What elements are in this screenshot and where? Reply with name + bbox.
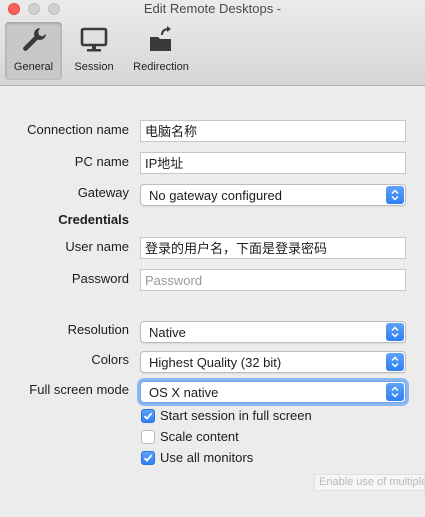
colors-value: Highest Quality (32 bit) <box>149 355 282 370</box>
tooltip: Enable use of multiple <box>314 474 425 491</box>
password-label: Password <box>71 271 129 286</box>
full-screen-mode-label: Full screen mode <box>29 382 129 397</box>
monitor-icon <box>66 22 122 58</box>
chevron-updown-icon <box>386 353 404 371</box>
tab-redirection[interactable]: Redirection <box>126 22 196 80</box>
scale-content-checkbox[interactable]: Scale content <box>141 429 239 444</box>
scale-content-label: Scale content <box>160 429 239 444</box>
full-screen-mode-select[interactable]: OS X native <box>140 381 406 403</box>
window-toolbar: Edit Remote Desktops - General Session R… <box>0 0 425 86</box>
start-full-screen-label: Start session in full screen <box>160 408 312 423</box>
chevron-updown-icon <box>386 323 404 341</box>
resolution-label: Resolution <box>67 322 129 337</box>
user-name-label: User name <box>65 239 129 254</box>
gateway-select[interactable]: No gateway configured <box>140 184 406 206</box>
tab-session[interactable]: Session <box>66 22 122 80</box>
tab-general-label: General <box>13 61 54 73</box>
colors-select[interactable]: Highest Quality (32 bit) <box>140 351 406 373</box>
start-full-screen-checkbox[interactable]: Start session in full screen <box>141 408 312 423</box>
pc-name-label: PC name <box>74 154 129 169</box>
connection-name-label: Connection name <box>27 122 129 137</box>
gateway-value: No gateway configured <box>149 188 282 203</box>
wrench-icon <box>5 22 62 58</box>
chevron-updown-icon <box>386 383 404 401</box>
full-screen-mode-value: OS X native <box>149 385 219 400</box>
resolution-value: Native <box>149 325 186 340</box>
tab-redirection-label: Redirection <box>133 61 189 73</box>
checkbox-box[interactable] <box>141 408 155 423</box>
credentials-heading: Credentials <box>58 212 129 227</box>
chevron-updown-icon <box>386 186 404 204</box>
pc-name-field[interactable]: IP地址 <box>140 152 406 174</box>
folder-export-icon <box>126 22 196 58</box>
password-field[interactable]: Password <box>140 269 406 291</box>
tab-session-label: Session <box>74 61 114 73</box>
use-all-monitors-label: Use all monitors <box>160 450 254 465</box>
resolution-select[interactable]: Native <box>140 321 406 343</box>
window-title: Edit Remote Desktops - <box>143 1 282 16</box>
user-name-field[interactable]: 登录的用户名，下面是登录密码 <box>140 237 406 259</box>
checkbox-box[interactable] <box>141 429 155 444</box>
use-all-monitors-checkbox[interactable]: Use all monitors <box>141 450 253 465</box>
checkbox-box[interactable] <box>141 450 155 465</box>
tab-general[interactable]: General <box>5 22 62 80</box>
gateway-label: Gateway <box>77 185 129 200</box>
connection-name-field[interactable]: 电脑名称 <box>140 120 406 142</box>
colors-label: Colors <box>91 352 129 367</box>
